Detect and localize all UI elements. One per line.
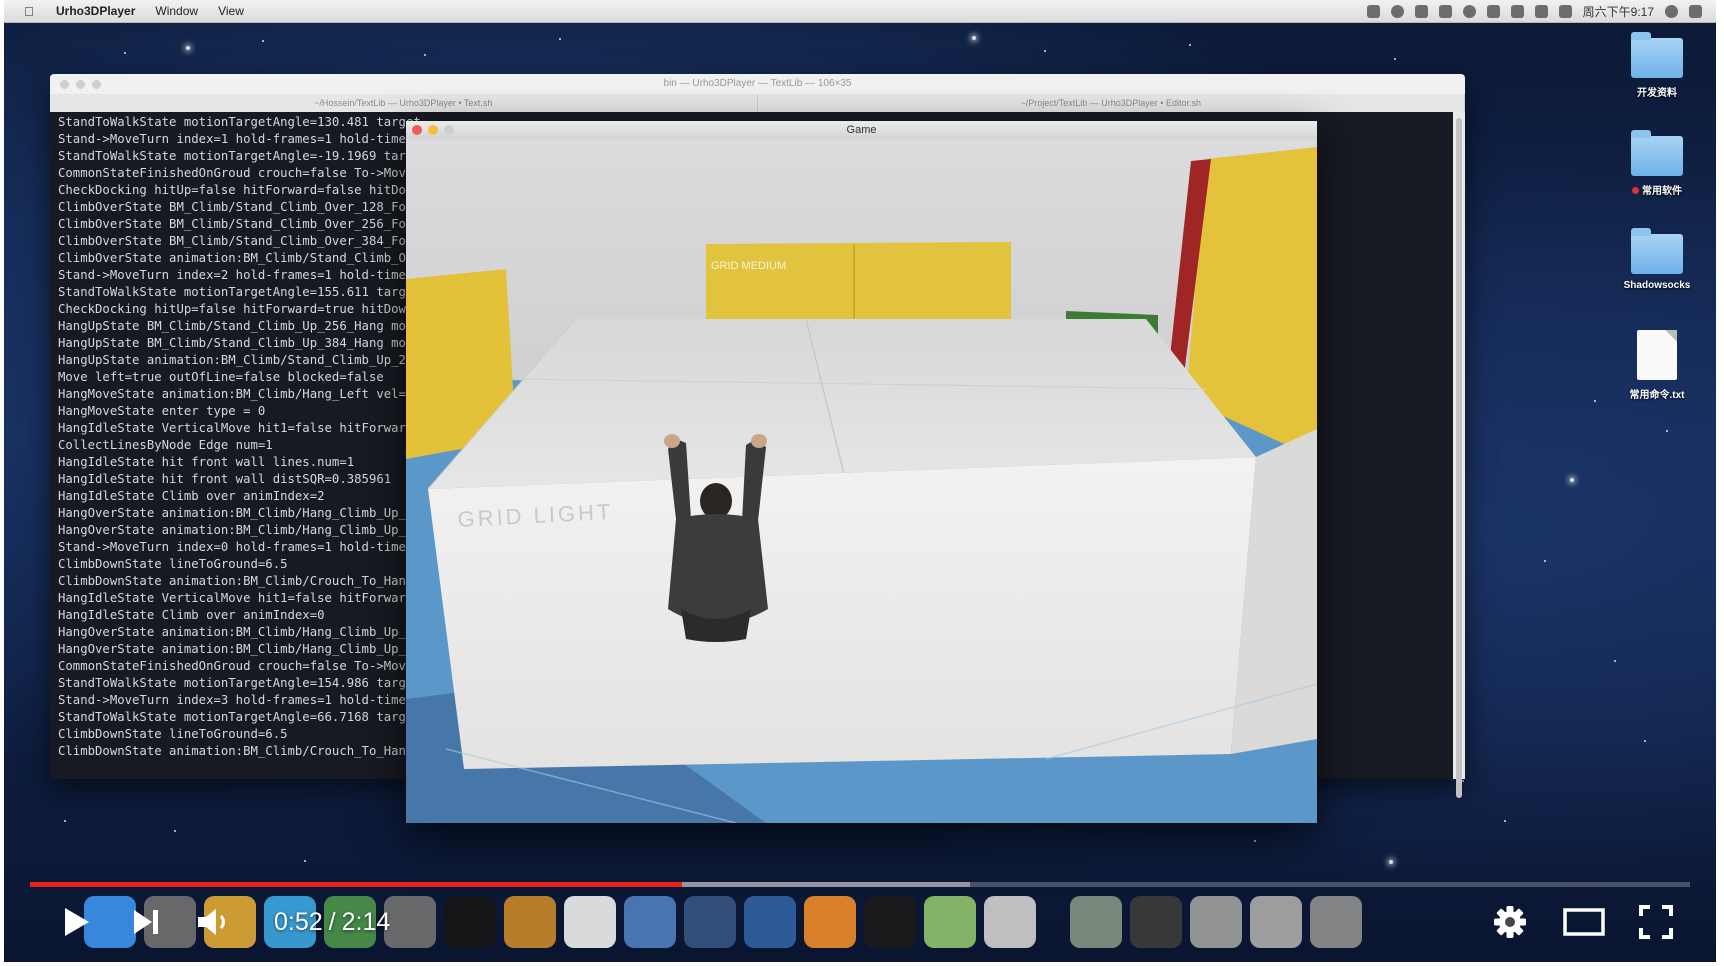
list-icon[interactable] — [1689, 4, 1702, 18]
game-titlebar[interactable]: Game — [406, 121, 1317, 139]
folder-icon — [1631, 130, 1683, 176]
minimize-icon[interactable] — [428, 125, 438, 135]
folder-icon — [1631, 228, 1683, 274]
wifi-icon[interactable] — [1462, 4, 1476, 18]
theater-icon — [1563, 908, 1605, 936]
game-viewport[interactable]: GRID MEDIUM GRID LIGHT — [406, 139, 1317, 823]
terminal-tab-1[interactable]: ~/Hossein/TextLib — Urho3DPlayer • Text.… — [50, 94, 758, 112]
volume-icon[interactable] — [1486, 4, 1500, 18]
video-player[interactable]:  Urho3DPlayer Window View 周六下午9:17 开发资料… — [4, 0, 1716, 962]
game-window[interactable]: Game GRID MEDIUM GRID LIGHT — [406, 121, 1317, 823]
terminal-scrollbar[interactable] — [1453, 112, 1465, 798]
terminal-tabs: ~/Hossein/TextLib — Urho3DPlayer • Text.… — [50, 94, 1465, 113]
document-icon — [1637, 330, 1677, 380]
apple-icon[interactable]:  — [22, 4, 36, 19]
play-icon — [65, 908, 89, 936]
keyboard-icon[interactable] — [1510, 4, 1524, 18]
desktop-icon-common-software[interactable]: 常用软件 — [1612, 130, 1702, 197]
progress-bar[interactable] — [30, 882, 1690, 888]
volume-icon — [198, 909, 225, 935]
input-method-icon[interactable] — [1558, 4, 1572, 18]
tag-icon — [1632, 187, 1639, 194]
folder-icon — [1631, 32, 1683, 78]
back-wall — [706, 242, 1011, 329]
search-icon[interactable] — [1665, 4, 1678, 18]
next-icon — [134, 910, 158, 934]
back-wall-label: GRID MEDIUM — [711, 260, 786, 272]
fullscreen-button[interactable] — [1634, 900, 1678, 944]
zoom-icon[interactable] — [92, 80, 101, 89]
menu-bar:  Urho3DPlayer Window View 周六下午9:17 — [4, 0, 1716, 23]
volume-button[interactable] — [192, 900, 240, 944]
time-separator: / — [328, 907, 336, 936]
menu-view[interactable]: View — [218, 4, 244, 18]
theater-mode-button[interactable] — [1560, 900, 1608, 944]
send-icon[interactable] — [1438, 4, 1452, 18]
game-scene: GRID MEDIUM GRID LIGHT — [406, 139, 1317, 823]
time-display: 0:52 / 2:14 — [274, 900, 414, 944]
settings-button[interactable] — [1488, 900, 1532, 944]
notification-icon[interactable] — [1366, 4, 1380, 18]
progress-played — [30, 882, 683, 887]
menu-bar-tray: 周六下午9:17 — [1366, 0, 1702, 22]
terminal-title: bin — Urho3DPlayer — TextLib — 106×35 — [663, 78, 852, 89]
game-title: Game — [846, 124, 877, 136]
current-time: 0:52 — [274, 907, 323, 936]
gear-icon — [1494, 906, 1526, 938]
menu-bar-clock[interactable]: 周六下午9:17 — [1583, 3, 1654, 20]
desktop-icon-commands-txt[interactable]: 常用命令.txt — [1612, 330, 1702, 401]
close-icon[interactable] — [60, 80, 69, 89]
paw-icon[interactable] — [1414, 4, 1428, 18]
heart-icon[interactable] — [1534, 4, 1548, 18]
minimize-icon[interactable] — [76, 80, 85, 89]
menu-app-name[interactable]: Urho3DPlayer — [56, 4, 135, 18]
terminal-tab-2[interactable]: ~/Project/TextLib — Urho3DPlayer • Edito… — [758, 94, 1465, 112]
desktop-icon-dev-docs[interactable]: 开发资料 — [1612, 32, 1702, 99]
player-controls: 0:52 / 2:14 — [4, 892, 1716, 962]
desktop-icon-shadowsocks[interactable]: Shadowsocks — [1612, 228, 1702, 291]
menu-window[interactable]: Window — [155, 4, 198, 18]
window-controls — [60, 80, 101, 89]
status-icon[interactable] — [1390, 4, 1404, 18]
close-icon[interactable] — [412, 125, 422, 135]
play-button[interactable] — [54, 900, 98, 944]
next-button[interactable] — [124, 900, 168, 944]
zoom-icon[interactable] — [444, 125, 454, 135]
fullscreen-icon — [1639, 905, 1673, 939]
terminal-titlebar[interactable]: bin — Urho3DPlayer — TextLib — 106×35 — [50, 74, 1465, 94]
duration: 2:14 — [341, 907, 391, 936]
